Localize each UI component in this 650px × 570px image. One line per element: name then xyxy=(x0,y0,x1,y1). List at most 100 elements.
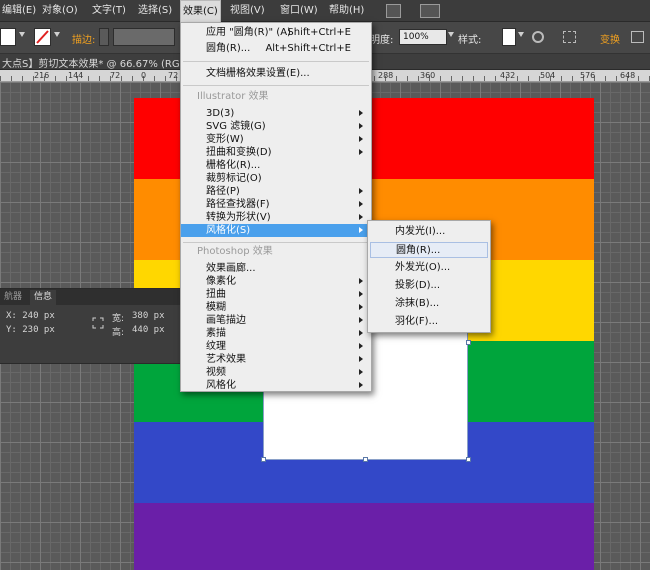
submenu-item-0[interactable]: 内发光(I)... xyxy=(370,224,488,240)
selection-handle[interactable] xyxy=(466,340,471,345)
opacity-dropdown-icon[interactable] xyxy=(448,32,454,37)
menu-item-label: 效果画廊... xyxy=(206,263,256,274)
menu-item-last-effect[interactable]: 圆角(R)... Alt+Shift+Ctrl+E xyxy=(181,42,371,55)
menu-separator xyxy=(183,85,369,86)
selection-handle[interactable] xyxy=(466,457,471,462)
submenu-arrow-icon xyxy=(359,136,363,142)
submenu-item-1[interactable]: 圆角(R)... xyxy=(370,242,488,258)
style-dropdown-icon[interactable] xyxy=(518,32,524,37)
menu-item-illustrator-effect-2[interactable]: 变形(W) xyxy=(181,133,371,146)
submenu-item-4[interactable]: 涂抹(B)... xyxy=(370,296,488,312)
menu-item-illustrator-effect-6[interactable]: 路径(P) xyxy=(181,185,371,198)
transform-link[interactable]: 变换 xyxy=(600,31,620,46)
bridge-icon[interactable] xyxy=(386,4,401,18)
menu-item-photoshop-effect-3[interactable]: 模糊 xyxy=(181,301,371,314)
menu-select[interactable]: 选择(S) xyxy=(136,0,174,22)
menu-item-photoshop-effect-9[interactable]: 风格化 xyxy=(181,379,371,392)
menu-item-illustrator-effect-9[interactable]: 风格化(S) xyxy=(181,224,371,237)
align-icon[interactable] xyxy=(563,31,576,43)
selection-handle[interactable] xyxy=(261,457,266,462)
menu-item-photoshop-effect-7[interactable]: 艺术效果 xyxy=(181,353,371,366)
menu-item-label: 路径(P) xyxy=(206,186,240,197)
stripe-purple[interactable] xyxy=(134,503,594,570)
menu-edit[interactable]: 编辑(E) xyxy=(0,0,38,22)
tab-navigator[interactable]: 航器 xyxy=(0,290,26,305)
menu-item-illustrator-effect-0[interactable]: 3D(3) xyxy=(181,107,371,120)
submenu-arrow-icon xyxy=(359,369,363,375)
menu-item-photoshop-effect-2[interactable]: 扭曲 xyxy=(181,288,371,301)
dimension-icon xyxy=(92,317,104,329)
submenu-arrow-icon xyxy=(359,330,363,336)
menu-item-photoshop-effect-4[interactable]: 画笔描边 xyxy=(181,314,371,327)
menu-item-photoshop-effect-0[interactable]: 效果画廊... xyxy=(181,262,371,275)
selection-handle[interactable] xyxy=(363,457,368,462)
fill-swatch[interactable] xyxy=(0,28,16,46)
menu-item-illustrator-effect-7[interactable]: 路径查找器(F) xyxy=(181,198,371,211)
stroke-dropdown-icon[interactable] xyxy=(54,32,60,37)
info-width-label: 宽: xyxy=(112,314,125,324)
menu-separator xyxy=(183,242,369,243)
menu-object[interactable]: 对象(O) xyxy=(40,0,80,22)
arrange-documents-icon[interactable] xyxy=(420,4,440,18)
menu-item-photoshop-effect-8[interactable]: 视频 xyxy=(181,366,371,379)
stroke-weight-stepper[interactable] xyxy=(99,28,109,46)
submenu-item-3[interactable]: 投影(D)... xyxy=(370,278,488,294)
menu-help[interactable]: 帮助(H) xyxy=(327,0,366,22)
menu-effect[interactable]: 效果(C) xyxy=(180,0,221,22)
submenu-arrow-icon xyxy=(359,188,363,194)
ruler-label: 72 xyxy=(110,71,121,80)
stroke-label: 描边: xyxy=(72,35,96,46)
menu-item-illustrator-effect-5[interactable]: 裁剪标记(O) xyxy=(181,172,371,185)
fill-dropdown-icon[interactable] xyxy=(19,32,25,37)
menu-item-illustrator-effect-1[interactable]: SVG 滤镜(G) xyxy=(181,120,371,133)
menu-view[interactable]: 视图(V) xyxy=(228,0,267,22)
isolate-icon[interactable] xyxy=(631,31,644,43)
submenu-arrow-icon xyxy=(359,382,363,388)
submenu-item-label: 内发光(I)... xyxy=(395,226,446,237)
menu-bar: 编辑(E) 对象(O) 文字(T) 选择(S) 效果(C) 视图(V) 窗口(W… xyxy=(0,0,650,22)
ruler-label: 72 xyxy=(168,71,179,80)
graphic-style-swatch[interactable] xyxy=(502,28,516,46)
menu-item-photoshop-effect-5[interactable]: 素描 xyxy=(181,327,371,340)
ruler-label: 576 xyxy=(580,71,596,80)
menu-item-label: 艺术效果 xyxy=(206,354,246,365)
menu-item-label: 应用 "圆角(R)" (A) xyxy=(206,27,291,38)
submenu-arrow-icon xyxy=(359,356,363,362)
menu-item-label: 扭曲 xyxy=(206,289,226,300)
menu-item-label: SVG 滤镜(G) xyxy=(206,121,266,132)
menu-item-illustrator-effect-3[interactable]: 扭曲和变换(D) xyxy=(181,146,371,159)
menu-item-label: 圆角(R)... xyxy=(206,43,251,54)
menu-item-shortcut: Shift+Ctrl+E xyxy=(287,27,351,38)
opacity-input[interactable]: 100% xyxy=(399,29,447,45)
ruler-label: 288 xyxy=(378,71,394,80)
info-width-value: 380 px xyxy=(132,311,165,321)
document-tab-title[interactable]: 大点S】剪切文本效果* @ 66.67% (RGB xyxy=(2,55,186,70)
menu-item-photoshop-effect-6[interactable]: 纹理 xyxy=(181,340,371,353)
menu-item-label: 模糊 xyxy=(206,302,226,313)
submenu-arrow-icon xyxy=(359,278,363,284)
stroke-weight-field[interactable] xyxy=(113,28,175,46)
menu-item-illustrator-effect-4[interactable]: 栅格化(R)... xyxy=(181,159,371,172)
tab-info[interactable]: 信息 xyxy=(30,290,57,305)
stroke-swatch[interactable] xyxy=(34,28,51,46)
menu-item-label: 变形(W) xyxy=(206,134,244,145)
opacity-label: 明度: xyxy=(370,35,394,46)
submenu-item-5[interactable]: 羽化(F)... xyxy=(370,314,488,330)
submenu-item-2[interactable]: 外发光(O)... xyxy=(370,260,488,276)
submenu-arrow-icon xyxy=(359,317,363,323)
menu-section-photoshop-effects: Photoshop 效果 xyxy=(181,245,371,258)
menu-item-label: 素描 xyxy=(206,328,226,339)
menu-window[interactable]: 窗口(W) xyxy=(278,0,320,22)
menu-item-raster-settings[interactable]: 文档栅格效果设置(E)... xyxy=(181,67,371,80)
menu-type[interactable]: 文字(T) xyxy=(90,0,128,22)
recolor-artwork-icon[interactable] xyxy=(532,31,544,43)
submenu-arrow-icon xyxy=(359,291,363,297)
stylize-submenu: 内发光(I)... 圆角(R)... 外发光(O)... 投影(D)... 涂抹(B).… xyxy=(367,220,491,333)
ruler-label: 216 xyxy=(34,71,50,80)
menu-item-apply-last-effect[interactable]: 应用 "圆角(R)" (A) Shift+Ctrl+E xyxy=(181,26,371,39)
submenu-arrow-icon xyxy=(359,123,363,129)
menu-section-label: Photoshop 效果 xyxy=(197,246,273,257)
menu-separator xyxy=(183,61,369,62)
menu-item-photoshop-effect-1[interactable]: 像素化 xyxy=(181,275,371,288)
menu-item-illustrator-effect-8[interactable]: 转换为形状(V) xyxy=(181,211,371,224)
